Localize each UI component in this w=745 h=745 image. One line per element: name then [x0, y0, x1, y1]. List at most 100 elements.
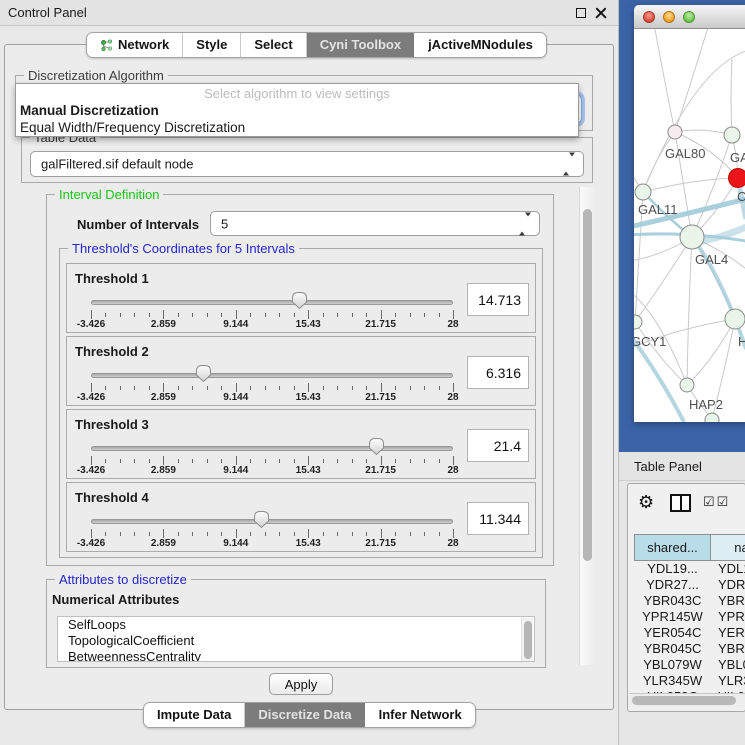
- tab-impute-data[interactable]: Impute Data: [144, 703, 244, 727]
- slider-thumb[interactable]: [253, 510, 270, 529]
- minimize-traffic-light-icon[interactable]: [663, 11, 675, 23]
- column-header-name[interactable]: name: [711, 534, 745, 561]
- slider-track[interactable]: [91, 373, 453, 378]
- tab-select[interactable]: Select: [240, 33, 305, 57]
- slider-tick: [207, 313, 208, 317]
- table-row[interactable]: YDR27...YDR2: [634, 577, 745, 593]
- slider-tick: [381, 310, 382, 319]
- slider-tick: [381, 383, 382, 392]
- tab-style[interactable]: Style: [182, 33, 240, 57]
- dropdown-item-equal-width-frequency[interactable]: Equal Width/Frequency Discretization: [16, 119, 578, 136]
- cell-shared-name: YDR27...: [634, 577, 711, 593]
- columns-icon[interactable]: [670, 494, 691, 512]
- table-row[interactable]: YBL079WYBL0: [634, 657, 745, 673]
- scrollbar-thumb[interactable]: [583, 209, 592, 561]
- tab-discretize-data[interactable]: Discretize Data: [244, 703, 364, 727]
- slider-tick: [366, 386, 367, 390]
- slider-tick: [395, 313, 396, 317]
- node-h: [725, 309, 745, 329]
- node-gal11: [635, 184, 651, 200]
- slider-tick: [439, 313, 440, 317]
- horizontal-scrollbar[interactable]: [629, 693, 745, 707]
- slider-tick: [221, 532, 222, 536]
- threshold-value-field[interactable]: [467, 283, 529, 316]
- table-row[interactable]: YBR043CYBR0: [634, 593, 745, 609]
- slider-track[interactable]: [91, 300, 453, 305]
- slider-tick: [149, 313, 150, 317]
- slider-scale: -3.4262.8599.14415.4321.71528: [91, 538, 453, 550]
- slider-tick: [221, 313, 222, 317]
- threshold-value-field[interactable]: [467, 356, 529, 389]
- attribute-item[interactable]: TopologicalCoefficient: [58, 633, 534, 649]
- cell-name: YBR0: [711, 593, 745, 609]
- slider-scale-label: 9.144: [223, 465, 248, 476]
- slider-tick: [221, 386, 222, 390]
- slider-thumb[interactable]: [368, 437, 385, 456]
- slider-scale-label: 2.859: [151, 319, 176, 330]
- slider-thumb[interactable]: [291, 291, 308, 310]
- cell-name: YPR1: [711, 609, 745, 625]
- close-traffic-light-icon[interactable]: [643, 11, 655, 23]
- network-window-titlebar: [634, 5, 745, 29]
- combobox-value: 5: [221, 216, 228, 231]
- threshold-value-field[interactable]: [467, 502, 529, 535]
- number-of-intervals-combobox[interactable]: 5: [210, 211, 540, 236]
- network-nodes[interactable]: [634, 125, 745, 422]
- slider-scale-label: 2.859: [151, 538, 176, 549]
- scrollbar-thumb[interactable]: [632, 696, 736, 705]
- tab-label: Discretize Data: [258, 703, 351, 727]
- table-panel-title: Table Panel: [634, 459, 702, 474]
- tab-cyni-toolbox[interactable]: Cyni Toolbox: [306, 33, 414, 57]
- slider-track[interactable]: [91, 446, 453, 451]
- apply-button[interactable]: Apply: [269, 673, 333, 695]
- table-data-combobox[interactable]: galFiltered.sif default node: [30, 151, 584, 177]
- table-row[interactable]: YER054CYER0: [634, 625, 745, 641]
- cytopanel-tabs: Network Style Select Cyni Toolbox jActiv…: [86, 32, 547, 58]
- slider-tick: [323, 386, 324, 390]
- float-window-icon[interactable]: [576, 8, 586, 18]
- zoom-traffic-light-icon[interactable]: [683, 11, 695, 23]
- slider-tick: [395, 386, 396, 390]
- dock-title: Control Panel: [8, 5, 87, 20]
- network-canvas[interactable]: GAL80 GA C GAL11 GAL4 GCY1 H HAP2: [634, 29, 745, 422]
- slider-tick: [134, 313, 135, 317]
- slider-scale-label: 21.715: [365, 465, 396, 476]
- tab-network[interactable]: Network: [87, 33, 182, 57]
- table-row[interactable]: YDL19...YDL1: [634, 561, 745, 577]
- cell-shared-name: YBR045C: [634, 641, 711, 657]
- cell-shared-name: YLR345W: [634, 673, 711, 689]
- vertical-scrollbar[interactable]: [579, 187, 595, 665]
- table-row[interactable]: YLR345WYLR3: [634, 673, 745, 689]
- slider-tick: [91, 456, 92, 465]
- slider-tick: [120, 459, 121, 463]
- slider-tick: [207, 532, 208, 536]
- threshold-value-field[interactable]: [467, 429, 529, 462]
- scrollbar-thumb[interactable]: [524, 621, 532, 659]
- slider-thumb[interactable]: [195, 364, 212, 383]
- table-row[interactable]: YPR145WYPR1: [634, 609, 745, 625]
- slider-tick: [236, 456, 237, 465]
- slider-tick: [250, 313, 251, 317]
- table-row[interactable]: YBR045CYBR0: [634, 641, 745, 657]
- tab-jactivemnodules[interactable]: jActiveMNodules: [414, 33, 546, 57]
- slider-scale-label: 21.715: [365, 392, 396, 403]
- slider-tick: [250, 386, 251, 390]
- slider-track[interactable]: [91, 519, 453, 524]
- column-header-shared-name[interactable]: shared...: [634, 534, 711, 561]
- attribute-item[interactable]: BetweennessCentrality: [58, 649, 534, 662]
- list-scrollbar[interactable]: [521, 618, 533, 662]
- attribute-item[interactable]: SelfLoops: [58, 617, 534, 633]
- numerical-attributes-list[interactable]: SelfLoopsTopologicalCoefficientBetweenne…: [57, 616, 535, 662]
- slider-scale: -3.4262.8599.14415.4321.71528: [91, 465, 453, 477]
- threshold-panel: Threshold 3 -3.4262.8599.14415.4321.7152…: [66, 409, 536, 479]
- gear-icon[interactable]: ⚙: [638, 492, 654, 512]
- slider-ticks: [91, 310, 453, 319]
- slider-tick: [163, 456, 164, 465]
- dropdown-item-manual-discretization[interactable]: Manual Discretization: [16, 102, 578, 119]
- tab-label: Network: [118, 33, 169, 57]
- select-columns-checkbox-icons[interactable]: ☑☑: [703, 494, 730, 510]
- slider-tick: [105, 313, 106, 317]
- close-icon[interactable]: [595, 7, 607, 19]
- tab-infer-network[interactable]: Infer Network: [365, 703, 475, 727]
- threshold-label: Threshold 3: [75, 417, 149, 432]
